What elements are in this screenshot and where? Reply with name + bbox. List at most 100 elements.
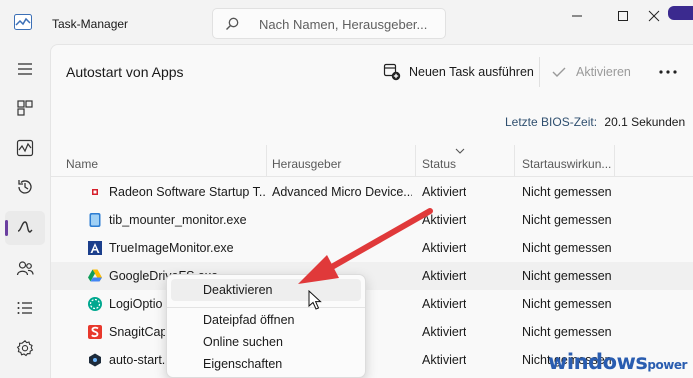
- sort-chevron-icon: [455, 148, 465, 154]
- row-status: Aktiviert: [422, 353, 467, 367]
- disk-icon: [89, 213, 101, 227]
- background-window-edge: [668, 6, 693, 20]
- search-input[interactable]: Nach Namen, Herausgeber...: [259, 17, 427, 32]
- table-header: Name Herausgeber Status Startauswirkun..…: [51, 145, 693, 177]
- radeon-icon: [92, 189, 98, 195]
- bios-time: Letzte BIOS-Zeit: 20.1 Sekunden: [505, 115, 685, 129]
- menu-divider: [167, 307, 365, 308]
- row-name: SnagitCapture: [109, 325, 165, 339]
- row-status: Aktiviert: [422, 185, 467, 199]
- row-name: tib_mounter_monitor.exe: [109, 213, 247, 227]
- table-row[interactable]: tib_mounter_monitor.exe Aktiviert Nicht …: [51, 206, 693, 234]
- close-icon: [648, 10, 660, 22]
- new-task-label: Neuen Task ausführen: [409, 65, 534, 79]
- bios-time-label: Letzte BIOS-Zeit:: [505, 115, 598, 129]
- menu-item-properties[interactable]: Eigenschaften: [171, 353, 361, 375]
- search-icon: [226, 17, 239, 30]
- acronis-icon: [88, 241, 102, 255]
- table-row[interactable]: LogiOptions Aktiviert Nicht gemessen: [51, 290, 693, 318]
- users-icon: [16, 261, 34, 276]
- row-impact: Nicht gemessen: [522, 185, 612, 199]
- nav-startup-apps[interactable]: [5, 211, 45, 245]
- google-drive-icon: [88, 269, 102, 282]
- snagit-icon: [88, 325, 102, 339]
- table-row[interactable]: GoogleDriveFS.exe Aktiviert Nicht gemess…: [51, 262, 693, 290]
- row-impact: Nicht gemessen: [522, 269, 612, 283]
- app-history-icon: [18, 180, 32, 194]
- context-menu: Deaktivieren Dateipfad öffnen Online suc…: [166, 274, 366, 378]
- row-status: Aktiviert: [422, 269, 467, 283]
- column-status[interactable]: Status: [422, 157, 456, 171]
- close-button[interactable]: [644, 2, 668, 30]
- row-name: Radeon Software Startup T...: [109, 185, 265, 199]
- watermark-brand: windows: [548, 350, 648, 374]
- menu-item-open-file-location[interactable]: Dateipfad öffnen: [171, 309, 361, 331]
- row-name: TrueImageMonitor.exe: [109, 241, 234, 255]
- nav-menu-toggle[interactable]: [5, 52, 45, 86]
- nav-services[interactable]: [5, 331, 45, 365]
- title-bar: Task-Manager Nach Namen, Herausgeber...: [0, 0, 693, 44]
- toolbar-divider: [539, 57, 540, 87]
- new-task-button[interactable]: Neuen Task ausführen: [377, 59, 540, 85]
- watermark-logo: windowspower: [548, 350, 687, 374]
- table-row[interactable]: TrueImageMonitor.exe Aktiviert Nicht gem…: [51, 234, 693, 262]
- startup-apps-icon: [17, 221, 33, 233]
- menu-item-deactivate-label: Deaktivieren: [203, 283, 273, 297]
- bios-time-value: 20.1 Sekunden: [604, 115, 686, 129]
- column-startup-impact[interactable]: Startauswirkun...: [522, 157, 611, 171]
- row-status: Aktiviert: [422, 325, 467, 339]
- table-row[interactable]: Radeon Software Startup T... Advanced Mi…: [51, 178, 693, 206]
- more-options-button[interactable]: [655, 59, 681, 85]
- menu-item-search-online-label: Online suchen: [203, 335, 283, 349]
- maximize-icon: [618, 11, 628, 21]
- nav-app-history[interactable]: [5, 170, 45, 204]
- row-name: auto-start.: [109, 353, 165, 367]
- row-impact: Nicht gemessen: [522, 297, 612, 311]
- column-publisher[interactable]: Herausgeber: [272, 157, 341, 171]
- maximize-button[interactable]: [600, 2, 646, 30]
- column-divider[interactable]: [514, 145, 515, 177]
- table-row[interactable]: SnagitCapture Aktiviert Nicht gemessen: [51, 318, 693, 346]
- search-box[interactable]: Nach Namen, Herausgeber...: [212, 8, 446, 39]
- checkmark-icon: [552, 67, 566, 77]
- menu-item-deactivate[interactable]: Deaktivieren: [171, 279, 361, 301]
- minimize-icon: [572, 15, 582, 17]
- row-impact: Nicht gemessen: [522, 241, 612, 255]
- row-status: Aktiviert: [422, 241, 467, 255]
- hamburger-icon: [18, 63, 32, 75]
- nav-processes[interactable]: [5, 91, 45, 125]
- menu-item-properties-label: Eigenschaften: [203, 357, 283, 371]
- column-divider[interactable]: [266, 145, 267, 177]
- details-icon: [17, 302, 32, 314]
- app-title: Task-Manager: [52, 17, 129, 31]
- enable-label: Aktivieren: [576, 65, 631, 79]
- left-nav: [0, 44, 50, 378]
- mouse-cursor-icon: [308, 290, 322, 310]
- column-divider[interactable]: [415, 145, 416, 177]
- menu-item-open-file-location-label: Dateipfad öffnen: [203, 313, 295, 327]
- page-title: Autostart von Apps: [66, 64, 184, 80]
- row-status: Aktiviert: [422, 213, 467, 227]
- column-divider[interactable]: [614, 145, 615, 177]
- minimize-button[interactable]: [554, 2, 600, 30]
- column-name[interactable]: Name: [66, 157, 98, 171]
- row-impact: Nicht gemessen: [522, 213, 612, 227]
- nav-details[interactable]: [5, 291, 45, 325]
- processes-icon: [17, 100, 33, 116]
- new-task-icon: [383, 63, 401, 81]
- performance-icon: [16, 139, 34, 157]
- more-icon: [659, 70, 677, 74]
- row-publisher: Advanced Micro Device...: [272, 185, 412, 199]
- enable-button[interactable]: Aktivieren: [551, 59, 631, 85]
- services-icon: [16, 340, 34, 357]
- row-name: LogiOptions: [109, 297, 163, 311]
- row-impact: Nicht gemessen: [522, 325, 612, 339]
- nav-performance[interactable]: [5, 131, 45, 165]
- row-status: Aktiviert: [422, 297, 467, 311]
- logi-icon: [88, 297, 102, 311]
- main-panel: Autostart von Apps Neuen Task ausführen …: [50, 44, 693, 378]
- task-manager-app-icon: [14, 14, 32, 30]
- watermark-suffix: power: [647, 358, 687, 372]
- menu-item-search-online[interactable]: Online suchen: [171, 331, 361, 353]
- nav-users[interactable]: [5, 251, 45, 285]
